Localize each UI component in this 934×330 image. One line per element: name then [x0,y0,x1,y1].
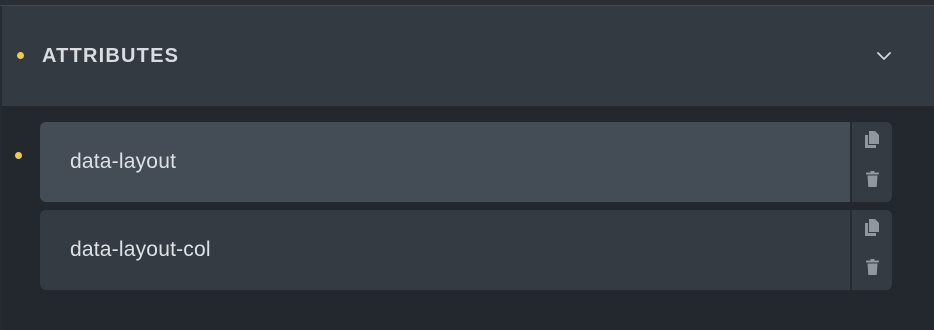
attribute-row[interactable]: data-layout [40,122,892,202]
attribute-row-actions [850,210,892,290]
attribute-name-field[interactable]: data-layout [40,122,850,202]
row-modified-indicator-dot [15,152,22,159]
attribute-name-field[interactable]: data-layout-col [40,210,850,290]
attributes-panel-header[interactable]: ATTRIBUTES [0,6,934,106]
trash-icon[interactable] [852,167,892,191]
attribute-row[interactable]: data-layout-col [40,210,892,290]
copy-icon[interactable] [852,127,892,151]
trash-icon[interactable] [852,255,892,279]
copy-icon[interactable] [852,215,892,239]
modified-indicator-dot [17,52,24,59]
chevron-down-icon[interactable] [876,50,892,62]
panel-title: ATTRIBUTES [42,45,180,67]
attribute-row-actions [850,122,892,202]
